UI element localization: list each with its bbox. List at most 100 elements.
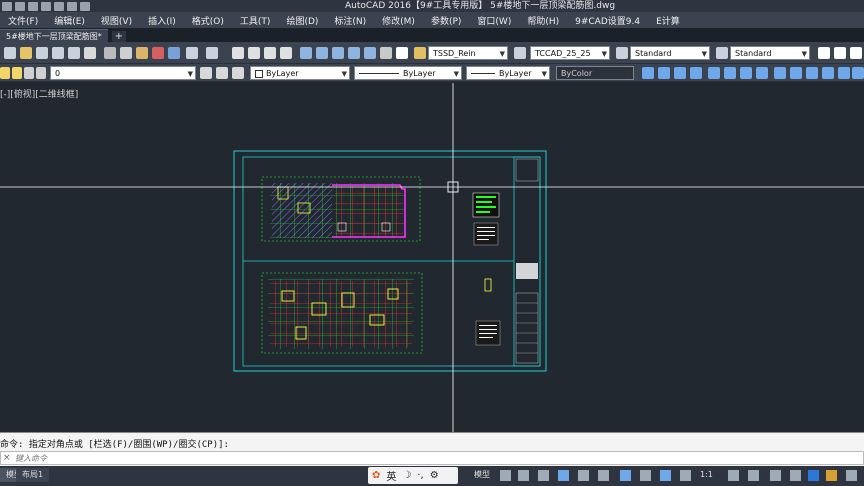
snap-icon[interactable]	[518, 470, 529, 481]
layer-plot-icon[interactable]	[36, 67, 46, 79]
saveas-icon[interactable]	[41, 1, 51, 11]
annotation-monitor-icon[interactable]	[748, 470, 759, 481]
layer-lock-icon[interactable]	[24, 67, 34, 79]
dim-continue-icon[interactable]	[806, 67, 818, 79]
match-properties-icon[interactable]	[152, 47, 164, 59]
osnap-tracking-icon[interactable]	[640, 470, 651, 481]
preview-icon[interactable]	[68, 47, 80, 59]
print-icon[interactable]	[52, 47, 64, 59]
dim-aligned-icon[interactable]	[658, 67, 670, 79]
isodraft-icon[interactable]	[598, 470, 609, 481]
layout1-tab[interactable]: 布局1	[16, 468, 50, 482]
dim-angular-icon[interactable]	[756, 67, 768, 79]
menu-parametric[interactable]: 参数(P)	[423, 14, 469, 27]
command-input[interactable]	[15, 453, 615, 464]
object-snap-icon[interactable]	[620, 470, 631, 481]
paste-icon[interactable]	[136, 47, 148, 59]
menu-edit[interactable]: 编辑(E)	[46, 14, 93, 27]
workspace-icon[interactable]	[728, 470, 739, 481]
print-icon[interactable]	[54, 1, 64, 11]
undo-icon[interactable]	[186, 47, 198, 59]
moon-icon[interactable]: ☽	[402, 470, 411, 481]
dim-style-select[interactable]: TCCAD_25_25 ▼	[530, 46, 610, 60]
zoom-window-icon[interactable]	[264, 47, 276, 59]
design-center-icon[interactable]	[316, 47, 328, 59]
dim-arc-icon[interactable]	[674, 67, 686, 79]
new-icon[interactable]	[4, 47, 16, 59]
ime-language[interactable]: 英	[386, 468, 396, 483]
undo-icon[interactable]	[67, 1, 77, 11]
menu-window[interactable]: 窗口(W)	[469, 14, 519, 27]
dim-jogged-icon[interactable]	[724, 67, 736, 79]
publish-icon[interactable]	[84, 47, 96, 59]
text-style-select[interactable]: TSSD_Rein ▼	[428, 46, 508, 60]
new-icon[interactable]	[2, 1, 12, 11]
grid-icon[interactable]	[500, 470, 511, 481]
block-editor-icon[interactable]	[168, 47, 180, 59]
polar-icon[interactable]	[578, 470, 589, 481]
menu-draw[interactable]: 绘图(D)	[278, 14, 326, 27]
menu-insert[interactable]: 插入(I)	[140, 14, 184, 27]
redo-icon[interactable]	[80, 1, 90, 11]
open-icon[interactable]	[20, 47, 32, 59]
drawing-canvas[interactable]: [-][俯视][二维线框]	[0, 83, 864, 432]
menu-format[interactable]: 格式(O)	[184, 14, 232, 27]
dynamic-input-icon[interactable]	[538, 470, 549, 481]
menu-dimension[interactable]: 标注(N)	[326, 14, 374, 27]
menu-view[interactable]: 视图(V)	[93, 14, 140, 27]
layer-freeze-icon[interactable]	[12, 67, 22, 79]
close-command-icon[interactable]: ×	[3, 452, 11, 464]
save-icon[interactable]	[28, 1, 38, 11]
quick-properties-icon[interactable]	[808, 470, 819, 481]
redo-icon[interactable]	[206, 47, 218, 59]
menu-e-calc[interactable]: E计算	[648, 14, 688, 27]
ime-toolbar[interactable]: ✿ 英 ☽ ·, ⚙	[368, 467, 458, 484]
open-icon[interactable]	[15, 1, 25, 11]
ortho-icon[interactable]	[558, 470, 569, 481]
model-space-button[interactable]: 模型	[474, 469, 490, 481]
text-size-up-icon[interactable]	[818, 47, 830, 59]
annotation-visibility-icon[interactable]	[680, 470, 691, 481]
text-size-down-icon[interactable]	[834, 47, 846, 59]
save-icon[interactable]	[36, 47, 48, 59]
quick-dim-icon[interactable]	[774, 67, 786, 79]
annotation-scale[interactable]: 1:1	[700, 469, 713, 481]
dim-space-icon[interactable]	[822, 67, 834, 79]
tool-palettes-icon[interactable]	[332, 47, 344, 59]
properties-icon[interactable]	[300, 47, 312, 59]
menu-cad-settings[interactable]: 9#CAD设置9.4	[567, 14, 648, 27]
clean-screen-icon[interactable]	[826, 470, 837, 481]
tolerance-icon[interactable]	[852, 67, 864, 79]
sheet-set-icon[interactable]	[348, 47, 360, 59]
calculator-icon[interactable]	[380, 47, 392, 59]
dim-break-icon[interactable]	[838, 67, 850, 79]
dim-linear-icon[interactable]	[642, 67, 654, 79]
menu-file[interactable]: 文件(F)	[0, 14, 46, 27]
zoom-previous-icon[interactable]	[280, 47, 292, 59]
plot-style-select[interactable]: ByColor ▼	[556, 66, 634, 80]
document-tab[interactable]: 5#楼地下一层顶梁配筋图*	[0, 29, 108, 42]
dim-radius-icon[interactable]	[708, 67, 720, 79]
copy-icon[interactable]	[120, 47, 132, 59]
zoom-realtime-icon[interactable]	[248, 47, 260, 59]
lineweight-select[interactable]: ByLayer ▼	[466, 66, 550, 80]
ime-settings-icon[interactable]: ⚙	[430, 470, 439, 481]
layer-select[interactable]: 0 ▼	[50, 66, 196, 80]
command-input-box[interactable]: ×	[0, 451, 864, 465]
table-style-select[interactable]: Standard ▼	[630, 46, 710, 60]
multileader-style-select[interactable]: Standard ▼	[730, 46, 810, 60]
new-tab-button[interactable]: +	[111, 31, 126, 42]
menu-tools[interactable]: 工具(T)	[232, 14, 279, 27]
make-current-layer-icon[interactable]	[200, 67, 212, 79]
hardware-acceleration-icon[interactable]	[790, 470, 801, 481]
lineweight-icon[interactable]	[660, 470, 671, 481]
linetype-select[interactable]: ByLayer ▼	[354, 66, 462, 80]
pan-icon[interactable]	[232, 47, 244, 59]
punctuation-icon[interactable]: ·,	[417, 470, 423, 481]
help-icon[interactable]	[396, 47, 408, 59]
menu-modify[interactable]: 修改(M)	[374, 14, 423, 27]
cut-icon[interactable]	[104, 47, 116, 59]
color-select[interactable]: ByLayer ▼	[250, 66, 350, 80]
layer-previous-icon[interactable]	[216, 67, 228, 79]
layer-on-icon[interactable]	[0, 67, 10, 79]
